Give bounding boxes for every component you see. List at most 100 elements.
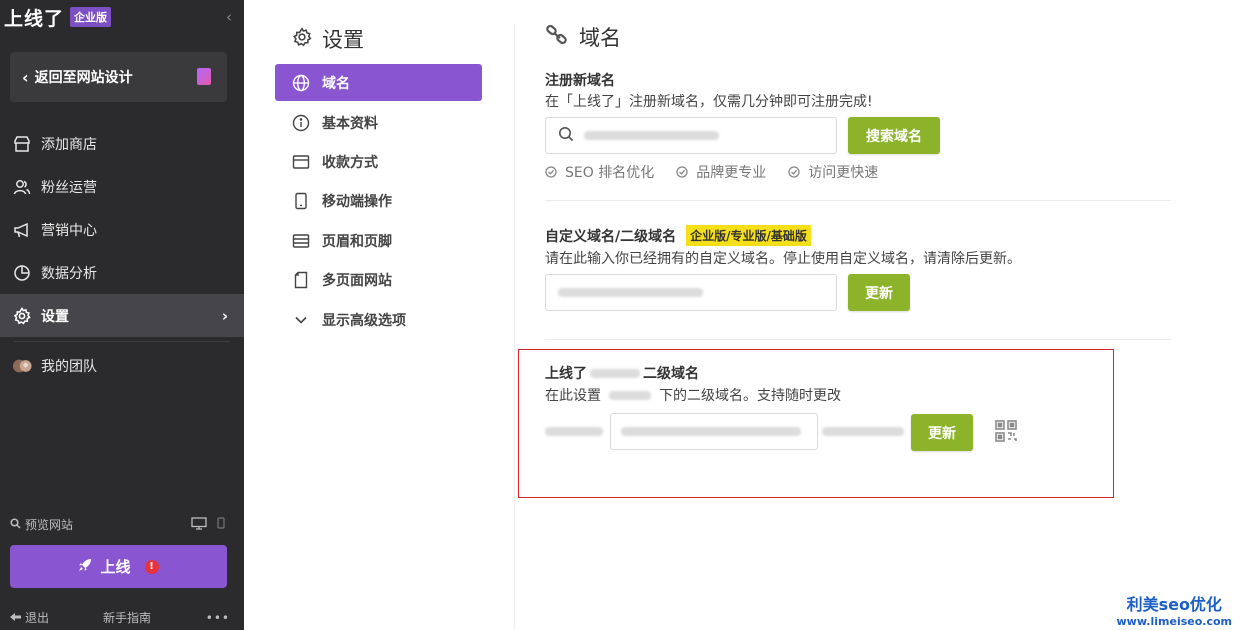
back-button-label: 返回至网站设计 [34, 70, 133, 86]
sidebar-item-team[interactable]: 我的团队 [0, 346, 244, 386]
mobile-icon[interactable] [217, 517, 225, 532]
sidebar-item-label: 粉丝运营 [41, 179, 97, 196]
sidebar-item-settings[interactable]: 设置 › [0, 294, 244, 337]
store-icon [12, 134, 32, 154]
desktop-icon[interactable] [191, 516, 207, 533]
settings-item-basic-info[interactable]: 基本资料 [275, 104, 482, 141]
page-title-text: 域名 [579, 26, 621, 50]
column-divider [514, 24, 515, 630]
users-icon [12, 177, 32, 197]
pages-icon [292, 271, 310, 289]
custom-domain-title-text: 自定义域名/二级域名 [545, 228, 677, 245]
settings-item-label: 域名 [322, 75, 350, 92]
chevron-right-icon: › [221, 306, 228, 325]
settings-item-domain[interactable]: 域名 [275, 64, 482, 101]
brand: 上线了 企业版 [4, 4, 112, 30]
benefit-item: SEO 排名优化 [545, 162, 654, 182]
sidebar-item-analytics[interactable]: 数据分析 [0, 251, 244, 294]
info-icon [292, 114, 310, 132]
benefit-item: 访问更快速 [788, 162, 878, 182]
plan-badge: 企业版 [70, 7, 112, 27]
search-domain-button[interactable]: 搜索域名 [848, 117, 940, 154]
app-root: 上线了 企业版 ‹ ‹ 返回至网站设计 添加商店 粉丝运营 营销中心 数据分析 … [0, 0, 1240, 630]
sidebar-item-add-store[interactable]: 添加商店 [0, 122, 244, 165]
watermark-main: 利美seo优化 [1126, 595, 1222, 614]
settings-item-mobile[interactable]: 移动端操作 [275, 182, 482, 219]
link-icon [545, 24, 569, 51]
settings-item-advanced[interactable]: 显示高级选项 [275, 301, 482, 338]
custom-domain-desc: 请在此输入你已经拥有的自定义域名。停止使用自定义域名，请清除后更新。 [545, 251, 1021, 267]
plan-tag: 企业版/专业版/基础版 [686, 225, 811, 246]
check-circle-icon [788, 166, 800, 178]
mobile-icon [292, 192, 310, 210]
settings-item-label: 收款方式 [322, 154, 378, 171]
nav-divider [14, 341, 230, 342]
settings-item-label: 显示高级选项 [322, 312, 406, 329]
sidebar-item-fans[interactable]: 粉丝运营 [0, 165, 244, 208]
settings-item-header-footer[interactable]: 页眉和页脚 [275, 222, 482, 259]
chevron-down-icon [292, 311, 310, 329]
guide-link[interactable]: 新手指南 [103, 609, 151, 626]
qr-code-icon[interactable] [995, 420, 1017, 442]
benefit-label: 访问更快速 [808, 165, 879, 181]
warning-badge: ! [144, 559, 159, 574]
benefit-label: 品牌更专业 [696, 165, 767, 181]
sidebar-footer: 退出 新手指南 ••• [10, 609, 230, 626]
check-circle-icon [545, 166, 557, 178]
team-avatar-icon [12, 356, 32, 376]
sidebar-item-label: 我的团队 [41, 359, 97, 375]
pie-chart-icon [12, 263, 32, 283]
gear-icon [292, 26, 312, 52]
sidebar-item-label: 数据分析 [41, 265, 97, 282]
search-icon [558, 126, 574, 146]
settings-item-payment[interactable]: 收款方式 [275, 143, 482, 180]
settings-title: 设置 [292, 24, 364, 54]
domain-search-input[interactable] [545, 117, 837, 154]
preview-row: 预览网站 [10, 516, 225, 533]
check-circle-icon [676, 166, 688, 178]
sidebar-item-label: 营销中心 [41, 222, 97, 239]
publish-label: 上线 [100, 558, 131, 576]
publish-button[interactable]: 上线 ! [10, 545, 227, 588]
more-icon[interactable]: ••• [206, 611, 230, 625]
logout-icon [10, 611, 21, 625]
blurred-value [558, 288, 703, 297]
layout-icon [292, 232, 310, 250]
settings-menu: 设置 域名 基本资料 收款方式 移动端操作 页眉和页脚 多页面网站 显示高级选项 [275, 0, 485, 630]
preview-website-link[interactable]: 预览网站 [25, 516, 73, 533]
watermark: 利美seo优化 www.limeiseo.com [1117, 591, 1232, 628]
collapse-sidebar-icon[interactable]: ‹ [226, 8, 232, 26]
benefit-item: 品牌更专业 [676, 162, 766, 182]
domain-benefits: SEO 排名优化 品牌更专业 访问更快速 [545, 162, 878, 182]
settings-item-multipage[interactable]: 多页面网站 [275, 261, 482, 298]
settings-item-label: 移动端操作 [322, 193, 392, 210]
watermark-url: www.limeiseo.com [1116, 615, 1232, 628]
page-title: 域名 [545, 22, 621, 52]
domain-panel: 域名 注册新域名 在「上线了」注册新域名，仅需几分钟即可注册完成! 搜索域名 S… [545, 0, 1175, 630]
custom-domain-title: 自定义域名/二级域名 企业版/专业版/基础版 [545, 225, 811, 246]
section-divider [545, 200, 1171, 201]
sidebar-item-label: 添加商店 [41, 136, 97, 153]
sidebar-item-label: 设置 [41, 308, 69, 325]
settings-item-label: 多页面网站 [322, 272, 392, 289]
section-divider [545, 339, 1171, 340]
sidebar: 上线了 企业版 ‹ ‹ 返回至网站设计 添加商店 粉丝运营 营销中心 数据分析 … [0, 0, 244, 630]
logout-link[interactable]: 退出 [25, 609, 49, 626]
document-icon [197, 68, 211, 85]
settings-item-label: 页眉和页脚 [322, 233, 392, 250]
custom-domain-update-button[interactable]: 更新 [848, 274, 910, 311]
highlight-box [518, 349, 1114, 498]
register-domain-desc: 在「上线了」注册新域名，仅需几分钟即可注册完成! [545, 94, 873, 110]
back-to-design-button[interactable]: ‹ 返回至网站设计 [10, 52, 227, 102]
rocket-icon [78, 558, 92, 576]
globe-icon [292, 74, 310, 92]
wallet-icon [292, 153, 310, 171]
search-icon [10, 517, 21, 532]
chevron-left-icon: ‹ [22, 67, 29, 87]
device-toggle [191, 516, 225, 533]
sidebar-item-marketing[interactable]: 营销中心 [0, 208, 244, 251]
brand-name: 上线了 [4, 7, 65, 30]
register-domain-title: 注册新域名 [545, 73, 615, 89]
settings-item-label: 基本资料 [322, 115, 378, 132]
custom-domain-input[interactable] [545, 274, 837, 311]
